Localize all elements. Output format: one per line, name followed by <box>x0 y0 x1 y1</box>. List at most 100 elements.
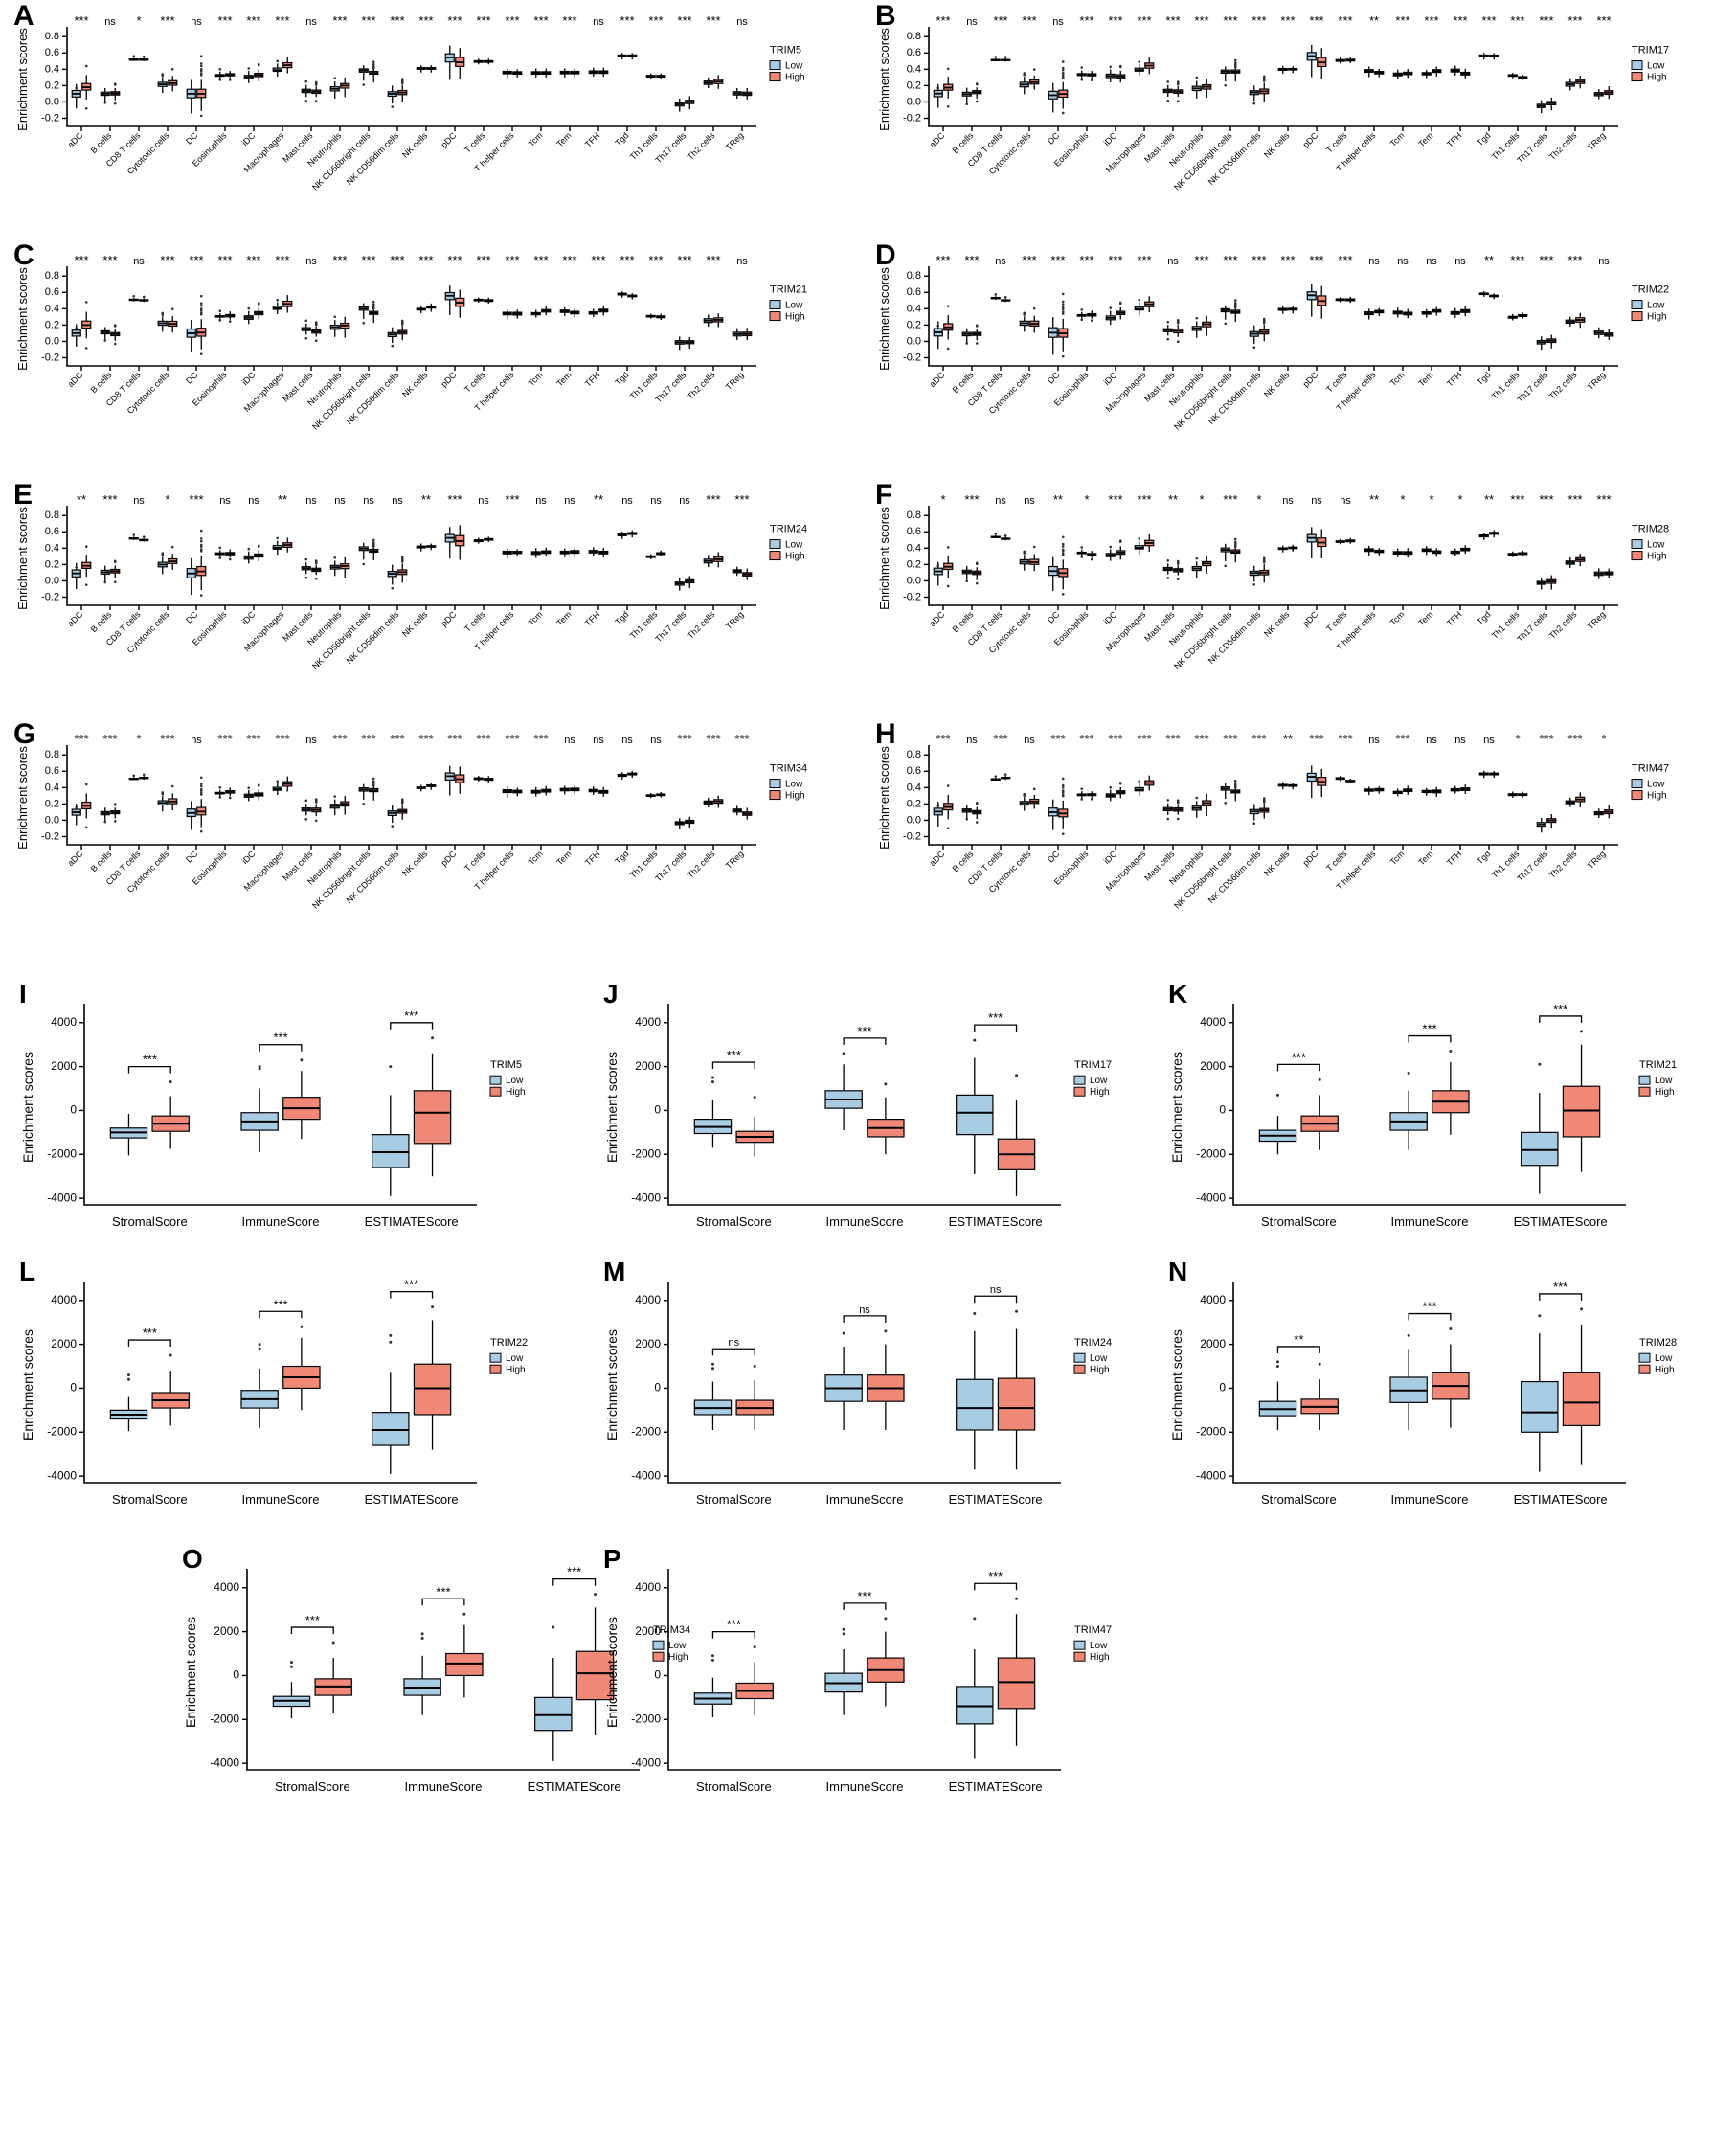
significance-marker: ** <box>1168 492 1178 507</box>
svg-text:0.8: 0.8 <box>45 31 59 42</box>
svg-text:4000: 4000 <box>214 1580 239 1594</box>
xtick-label: Th2 cells <box>686 849 717 880</box>
significance-marker: ns <box>1368 735 1380 746</box>
svg-text:4000: 4000 <box>51 1293 77 1306</box>
panel-letter-G: G <box>13 718 36 750</box>
significance-marker: ** <box>1294 1332 1303 1347</box>
y-axis-label: Enrichment scores <box>604 1052 620 1163</box>
svg-text:4000: 4000 <box>51 1015 77 1029</box>
svg-text:-2000: -2000 <box>1196 1146 1226 1160</box>
significance-marker: *** <box>1280 13 1295 28</box>
significance-marker: ns <box>593 16 604 28</box>
xtick-label: Tgd <box>1475 130 1492 147</box>
significance-marker: *** <box>246 253 260 267</box>
significance-marker: * <box>1429 492 1433 507</box>
xtick-label: B cells <box>951 130 976 155</box>
legend-low: Low <box>1647 540 1665 551</box>
significance-marker: *** <box>1194 732 1208 746</box>
y-axis-label: Enrichment scores <box>877 507 891 610</box>
svg-text:2000: 2000 <box>635 1624 661 1638</box>
significance-marker: *** <box>361 253 375 267</box>
panel-A-svg: 0.8 0.6 0.4 0.2 0.0 -0.2 Enrichment scores aDC *… <box>15 13 805 193</box>
significance-marker: *** <box>217 732 232 746</box>
xtick-label: ESTIMATEScore <box>949 1214 1043 1229</box>
significance-marker: *** <box>734 732 749 746</box>
significance-marker: *** <box>74 732 88 746</box>
svg-text:0.4: 0.4 <box>907 782 921 793</box>
svg-text:-2000: -2000 <box>210 1712 239 1725</box>
significance-marker: * <box>1400 492 1405 507</box>
y-axis-label: Enrichment scores <box>15 28 30 131</box>
xtick-label: ImmuneScore <box>405 1780 483 1794</box>
significance-marker: ns <box>219 495 231 507</box>
significance-marker: *** <box>74 253 88 267</box>
significance-marker: *** <box>857 1024 871 1038</box>
y-axis-label: Enrichment scores <box>20 1329 35 1440</box>
significance-marker: *** <box>734 492 749 507</box>
legend-low: Low <box>1090 1076 1108 1086</box>
xtick-label: T cells <box>1324 130 1349 155</box>
significance-marker: *** <box>505 13 519 28</box>
xtick-label: Th17 cells <box>1515 849 1549 883</box>
legend-high: High <box>1655 1087 1675 1098</box>
significance-marker: ns <box>478 495 489 507</box>
panel-letter-E: E <box>13 479 34 510</box>
significance-marker: ns <box>1024 735 1035 746</box>
significance-marker: *** <box>620 253 634 267</box>
legend-high: High <box>1090 1087 1110 1098</box>
svg-text:-0.2: -0.2 <box>903 112 921 124</box>
xtick-label: NK CD56dim cells <box>345 370 401 426</box>
svg-text:2000: 2000 <box>214 1624 239 1638</box>
significance-marker: ns <box>1024 495 1035 507</box>
panel-letter-D: D <box>875 239 896 271</box>
significance-marker: ns <box>1397 256 1409 267</box>
xtick-label: aDC <box>66 849 85 868</box>
svg-text:-4000: -4000 <box>631 1468 661 1482</box>
panel-letter-I: I <box>19 979 27 1009</box>
legend-high: High <box>785 791 805 802</box>
xtick-label: Tem <box>554 609 573 627</box>
xtick-label: B cells <box>89 849 114 873</box>
significance-marker: *** <box>1108 13 1122 28</box>
significance-marker: *** <box>1165 732 1180 746</box>
xtick-label: iDC <box>240 609 258 626</box>
xtick-label: Th2 cells <box>1547 849 1579 880</box>
svg-text:0.0: 0.0 <box>907 814 921 826</box>
panel-B: B 0.8 0.6 0.4 0.2 0.0 -0.2 Enrichment scores aD… <box>869 0 1731 239</box>
xtick-label: aDC <box>928 849 947 868</box>
significance-marker: * <box>1256 492 1261 507</box>
svg-text:-0.2: -0.2 <box>903 352 921 363</box>
significance-marker: ** <box>1484 492 1494 507</box>
xtick-label: iDC <box>240 849 258 866</box>
legend-low: Low <box>1647 780 1665 790</box>
svg-text:-2000: -2000 <box>47 1424 77 1438</box>
significance-marker: *** <box>305 1613 320 1627</box>
svg-text:0.8: 0.8 <box>45 749 59 760</box>
panel-letter-N: N <box>1168 1257 1188 1286</box>
xtick-label: Tgd <box>1475 609 1492 626</box>
legend-low: Low <box>785 61 803 72</box>
y-axis-label: Enrichment scores <box>183 1617 198 1728</box>
significance-marker: *** <box>1223 732 1237 746</box>
significance-marker: ** <box>1053 492 1063 507</box>
xtick-label: ImmuneScore <box>242 1214 320 1229</box>
significance-marker: *** <box>1553 1280 1567 1294</box>
panel-letter-J: J <box>603 979 619 1009</box>
svg-text:0.0: 0.0 <box>907 335 921 347</box>
significance-marker: *** <box>275 732 289 746</box>
significance-marker: *** <box>1309 13 1323 28</box>
svg-text:-0.2: -0.2 <box>41 591 59 602</box>
panel-H: H 0.8 0.6 0.4 0.2 0.0 -0.2 Enrichment scores aD… <box>869 718 1731 958</box>
xtick-label: ESTIMATEScore <box>1514 1214 1608 1229</box>
svg-text:0: 0 <box>233 1668 239 1682</box>
xtick-label: NK cells <box>1262 370 1292 399</box>
panel-C: C 0.8 0.6 0.4 0.2 0.0 -0.2 Enrichment scores aD… <box>8 239 869 479</box>
xtick-label: B cells <box>951 609 976 634</box>
significance-marker: *** <box>447 732 462 746</box>
svg-text:0.6: 0.6 <box>907 47 921 58</box>
significance-marker: * <box>1084 492 1089 507</box>
significance-marker: *** <box>476 732 490 746</box>
significance-marker: ns <box>1598 256 1610 267</box>
panel-G: G 0.8 0.6 0.4 0.2 0.0 -0.2 Enrichment scores aD… <box>8 718 869 958</box>
significance-marker: *** <box>677 253 691 267</box>
